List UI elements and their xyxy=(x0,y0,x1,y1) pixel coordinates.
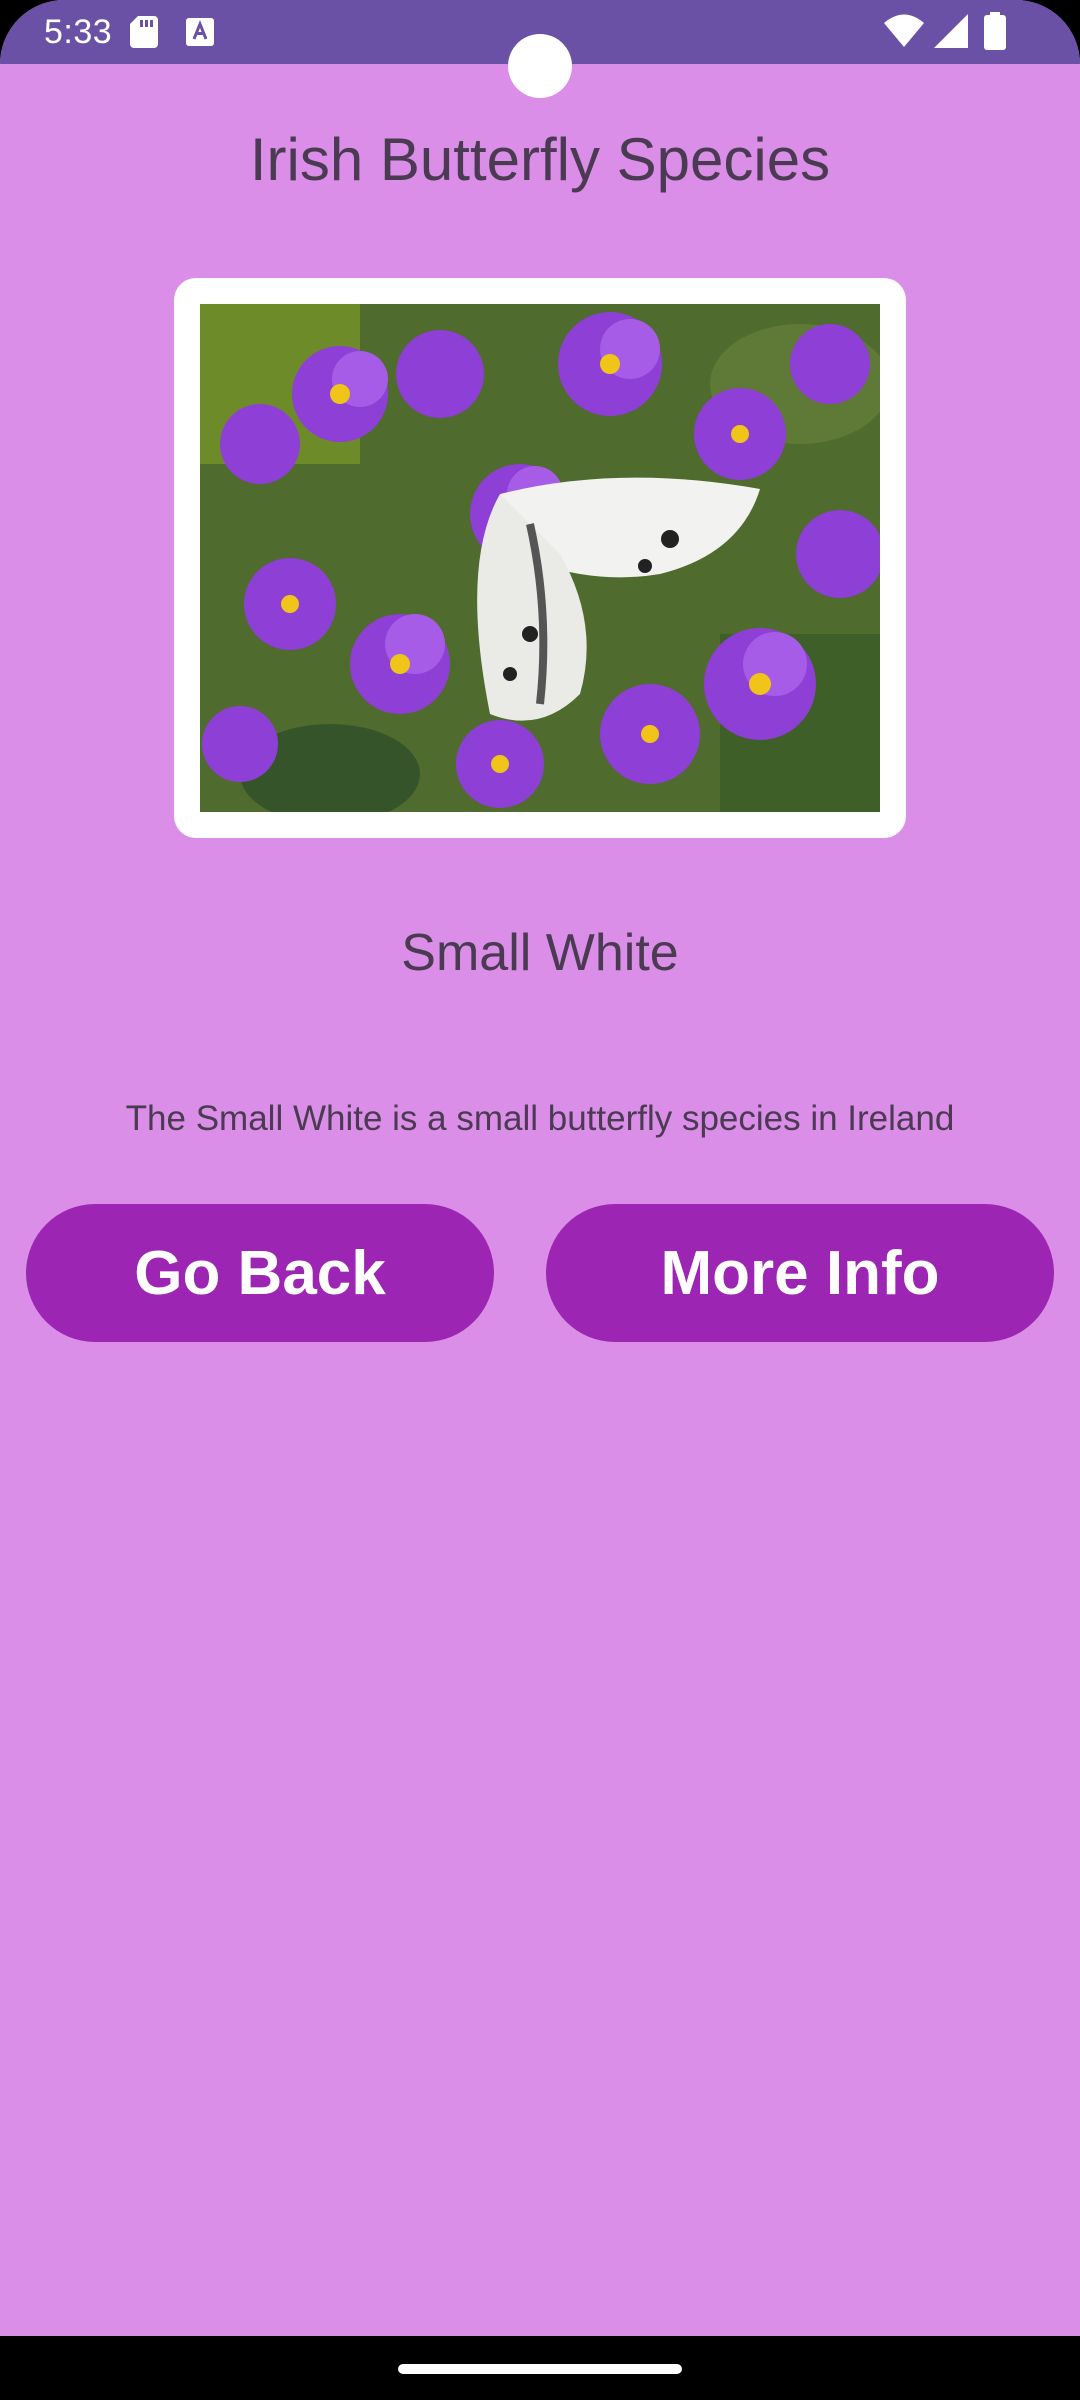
navigation-bar xyxy=(0,2336,1080,2400)
battery-icon xyxy=(984,12,1006,50)
page-title: Irish Butterfly Species xyxy=(249,126,831,193)
text-a-icon xyxy=(186,18,214,46)
app-screen: 5:33 Irish Butterfly Species Small White… xyxy=(0,0,1080,2400)
more-info-button[interactable]: More Info xyxy=(546,1204,1054,1342)
go-back-button[interactable]: Go Back xyxy=(26,1204,494,1342)
signal-icon xyxy=(934,14,968,48)
camera-cutout xyxy=(508,34,572,98)
species-description: The Small White is a small butterfly spe… xyxy=(125,1099,955,1138)
species-image-frame xyxy=(174,278,906,838)
wifi-icon xyxy=(884,14,924,47)
species-photo xyxy=(200,304,880,812)
home-indicator[interactable] xyxy=(398,2364,682,2374)
species-name: Small White xyxy=(401,924,679,982)
status-time: 5:33 xyxy=(44,13,113,51)
sd-card-icon xyxy=(130,16,158,48)
